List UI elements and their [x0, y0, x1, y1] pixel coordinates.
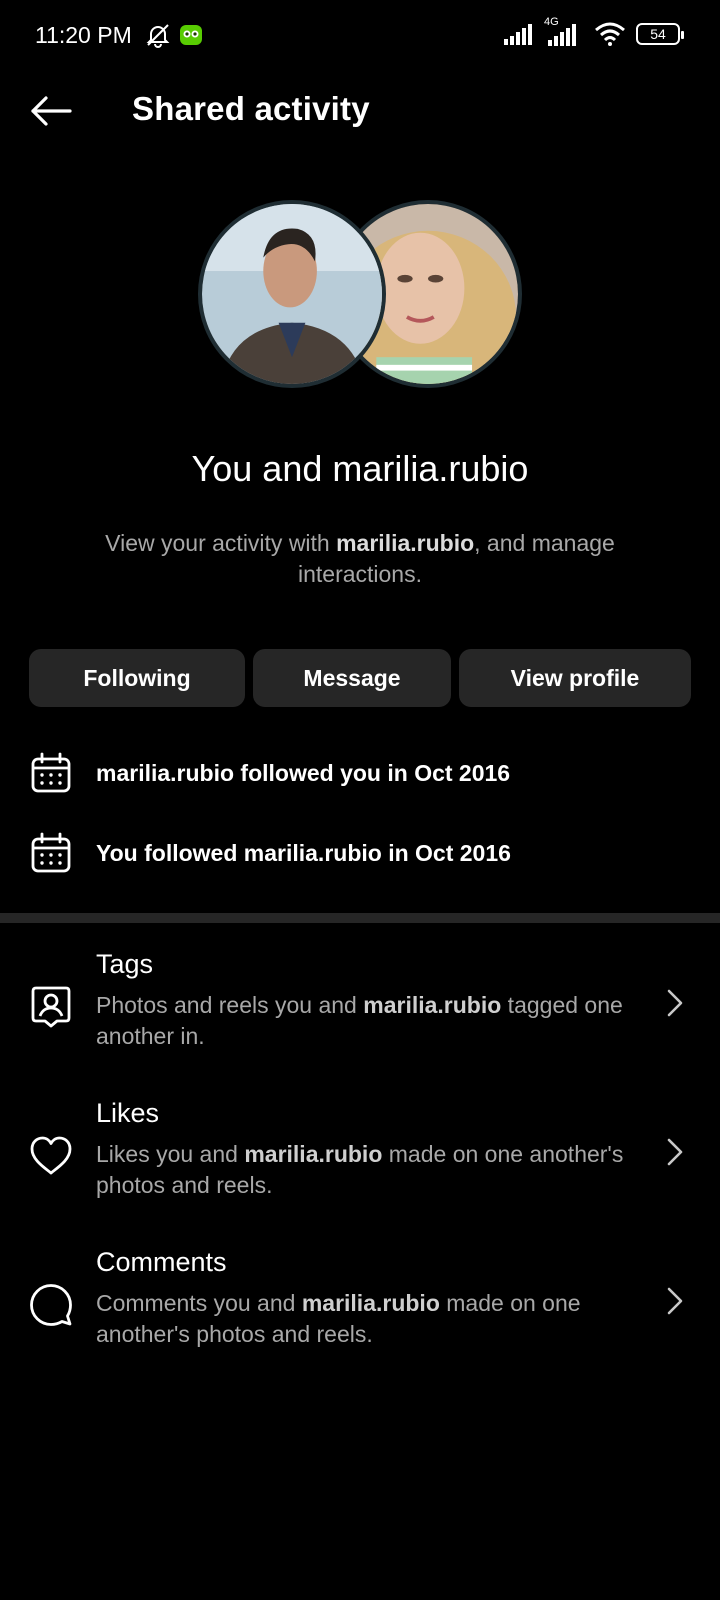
avatar-you[interactable]	[198, 200, 386, 388]
duolingo-icon	[180, 25, 202, 45]
profile-photo-you	[202, 204, 382, 384]
battery-indicator: 54	[636, 23, 684, 45]
status-notification-icons	[145, 22, 203, 48]
desc-text: Likes you and	[96, 1141, 245, 1167]
subtitle-username: marilia.rubio	[336, 530, 475, 556]
status-bar: 11:20 PM 4G 54	[0, 0, 720, 74]
back-arrow-icon	[31, 96, 72, 126]
battery-level: 54	[650, 26, 666, 42]
calendar-icon	[31, 832, 71, 873]
desc-username: marilia.rubio	[301, 1290, 440, 1316]
followed-you-row: marilia.rubio followed you in Oct 2016	[0, 744, 720, 804]
chevron-right-icon	[667, 1287, 683, 1315]
page-title: Shared activity	[132, 90, 370, 127]
muted-bell-icon	[146, 24, 170, 48]
list-item-description: Photos and reels you and marilia.rubio t…	[96, 990, 656, 1052]
app-header: Shared activity	[0, 74, 720, 148]
heart-icon	[30, 1136, 72, 1175]
wifi-icon	[595, 22, 625, 46]
tag-person-icon	[31, 986, 71, 1028]
section-divider	[0, 913, 720, 923]
signal-4g: 4G	[544, 16, 584, 46]
list-item-tags[interactable]: Tags Photos and reels you and marilia.ru…	[0, 949, 720, 1079]
chevron-right-icon	[667, 989, 683, 1017]
shared-avatars	[198, 200, 522, 388]
list-item-likes[interactable]: Likes Likes you and marilia.rubio made o…	[0, 1098, 720, 1228]
calendar-icon	[31, 752, 71, 793]
following-button[interactable]: Following	[29, 649, 245, 707]
followed-you-text: marilia.rubio followed you in Oct 2016	[96, 760, 511, 786]
list-item-description: Comments you and marilia.rubio made on o…	[96, 1288, 656, 1350]
comment-bubble-icon	[30, 1284, 72, 1326]
back-button[interactable]	[28, 88, 74, 134]
desc-text: Comments you and	[96, 1290, 302, 1316]
you-followed-text: You followed marilia.rubio in Oct 2016	[96, 840, 511, 866]
desc-username: marilia.rubio	[244, 1141, 383, 1167]
list-item-title: Comments	[96, 1247, 227, 1277]
action-buttons: Following Message View profile	[29, 649, 691, 707]
view-profile-button[interactable]: View profile	[459, 649, 691, 707]
signal-4g-icon	[548, 24, 576, 46]
subtitle-text: View your activity with	[105, 530, 337, 556]
pair-subtitle: View your activity with marilia.rubio, a…	[70, 528, 650, 590]
desc-username: marilia.rubio	[363, 992, 502, 1018]
list-item-title: Tags	[96, 949, 154, 979]
signal-icon	[504, 24, 532, 45]
status-system-icons: 4G 54	[504, 16, 684, 46]
list-item-description: Likes you and marilia.rubio made on one …	[96, 1139, 656, 1201]
chevron-right-icon	[667, 1138, 683, 1166]
message-button[interactable]: Message	[253, 649, 451, 707]
you-followed-row: You followed marilia.rubio in Oct 2016	[0, 824, 720, 884]
list-item-comments[interactable]: Comments Comments you and marilia.rubio …	[0, 1247, 720, 1377]
status-time: 11:20 PM	[35, 22, 132, 48]
desc-text: Photos and reels you and	[96, 992, 364, 1018]
pair-title: You and marilia.rubio	[191, 448, 529, 489]
list-item-title: Likes	[96, 1098, 160, 1128]
